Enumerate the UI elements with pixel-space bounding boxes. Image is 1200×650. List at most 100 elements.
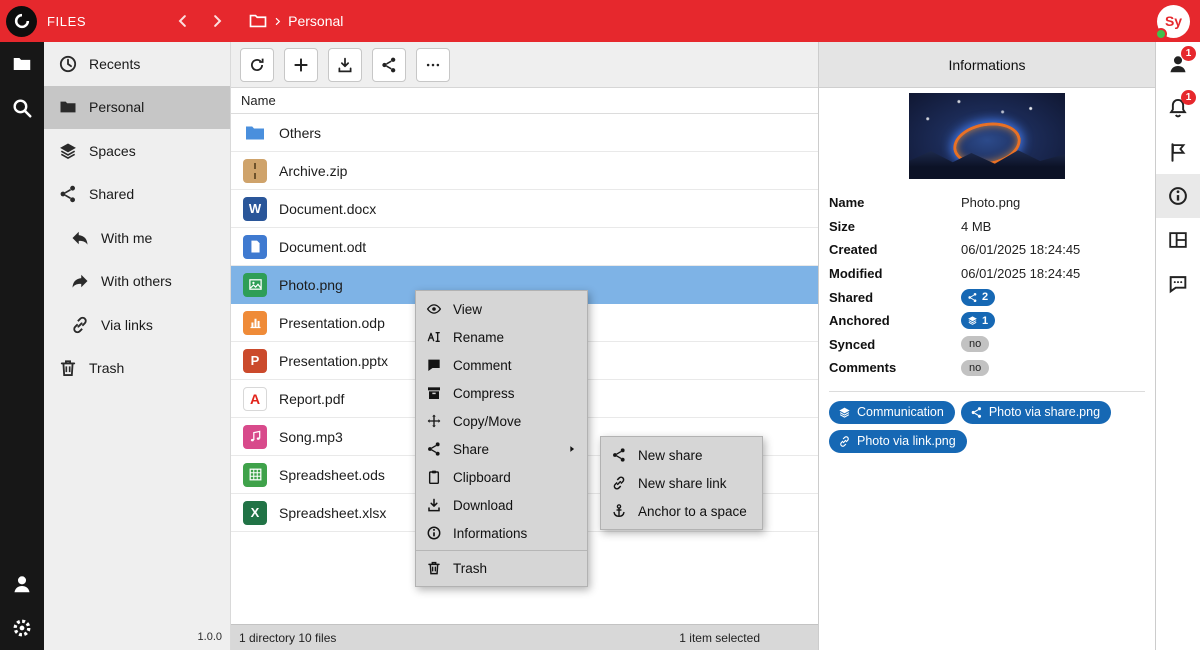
new-item-button[interactable] xyxy=(284,48,318,82)
refresh-button[interactable] xyxy=(240,48,274,82)
info-icon xyxy=(426,525,442,541)
menu-item-clipboard[interactable]: Clipboard xyxy=(416,463,587,491)
sidebar-item-label: With others xyxy=(101,273,172,289)
file-row-others[interactable]: Others xyxy=(231,114,818,152)
presence-indicator xyxy=(1155,28,1167,40)
gear-icon xyxy=(11,617,33,639)
menu-item-label: Compress xyxy=(453,386,515,401)
layers-icon xyxy=(838,406,851,419)
download-icon xyxy=(336,56,354,74)
back-icon[interactable] xyxy=(174,12,192,30)
search-button[interactable] xyxy=(0,86,44,130)
image-file-icon xyxy=(243,273,267,297)
rail-notifications-button[interactable]: 1 xyxy=(1156,86,1200,130)
menu-item-share[interactable]: Share xyxy=(416,435,587,463)
share-icon xyxy=(611,447,627,463)
rail-informations-button[interactable] xyxy=(1156,174,1200,218)
anchor-icon xyxy=(611,503,627,519)
menu-item-rename[interactable]: Rename xyxy=(416,323,587,351)
files-module-button[interactable] xyxy=(0,42,44,86)
badge-count: 2 xyxy=(982,291,988,303)
breadcrumb[interactable]: Personal xyxy=(288,13,343,29)
sidebar-item-label: Via links xyxy=(101,317,153,333)
rail-spaces-button[interactable] xyxy=(1156,218,1200,262)
file-name: Report.pdf xyxy=(279,391,344,407)
forward-arrow-icon xyxy=(70,271,90,291)
file-name: Presentation.pptx xyxy=(279,353,388,369)
user-avatar[interactable]: Sy xyxy=(1157,5,1190,38)
detail-field-shared: Shared 2 xyxy=(829,285,1145,309)
menu-item-label: Clipboard xyxy=(453,470,511,485)
file-row-archive-zip[interactable]: Archive.zip xyxy=(231,152,818,190)
sidebar-item-recents[interactable]: Recents xyxy=(44,42,230,86)
presentation-file-icon xyxy=(243,311,267,335)
share-icon xyxy=(58,184,78,204)
menu-item-copy-move[interactable]: Copy/Move xyxy=(416,407,587,435)
rail-reports-button[interactable] xyxy=(1156,130,1200,174)
field-label: Modified xyxy=(829,266,961,281)
settings-button[interactable] xyxy=(0,606,44,650)
column-header-name[interactable]: Name xyxy=(231,88,818,114)
details-divider xyxy=(829,391,1145,392)
field-label: Size xyxy=(829,219,961,234)
file-name: Photo.png xyxy=(279,277,343,293)
sidebar-item-with-others[interactable]: With others xyxy=(44,260,230,304)
anchored-count-badge[interactable]: 1 xyxy=(961,312,995,329)
account-badge: 1 xyxy=(1181,46,1196,61)
forward-icon[interactable] xyxy=(208,12,226,30)
archive-box-icon xyxy=(426,385,442,401)
file-row-document-odt[interactable]: Document.odt xyxy=(231,228,818,266)
field-value: 06/01/2025 18:24:45 xyxy=(961,266,1080,281)
person-icon xyxy=(11,573,33,595)
chip-communication[interactable]: Communication xyxy=(829,401,955,424)
folder-icon xyxy=(58,97,78,117)
chip-photo-via-share[interactable]: Photo via share.png xyxy=(961,401,1111,424)
sidebar-item-trash[interactable]: Trash xyxy=(44,347,230,391)
chip-photo-via-link[interactable]: Photo via link.png xyxy=(829,430,967,453)
menu-item-comment[interactable]: Comment xyxy=(416,351,587,379)
right-rail: 1 1 xyxy=(1155,42,1200,650)
share-icon xyxy=(380,56,398,74)
submenu-item-new-share-link[interactable]: New share link xyxy=(601,469,762,497)
sidebar-item-via-links[interactable]: Via links xyxy=(44,303,230,347)
share-icon xyxy=(967,292,978,303)
menu-item-informations[interactable]: Informations xyxy=(416,519,587,547)
menu-item-label: Trash xyxy=(453,561,487,576)
badge-count: 1 xyxy=(982,315,988,327)
app-logo[interactable] xyxy=(6,6,37,37)
sidebar-item-personal[interactable]: Personal xyxy=(44,86,230,130)
menu-item-trash[interactable]: Trash xyxy=(416,554,587,582)
sidebar: Recents Personal Spaces Shared With me W… xyxy=(44,42,230,650)
app-window: FILES Personal Sy xyxy=(0,0,1200,650)
rail-comments-button[interactable] xyxy=(1156,262,1200,306)
file-row-document-docx[interactable]: W Document.docx xyxy=(231,190,818,228)
rail-account-button[interactable]: 1 xyxy=(1156,42,1200,86)
submenu-item-anchor-to-space[interactable]: Anchor to a space xyxy=(601,497,762,525)
download-button[interactable] xyxy=(328,48,362,82)
detail-field-synced: Synced no xyxy=(829,333,1145,357)
profile-button[interactable] xyxy=(0,562,44,606)
photo-thumbnail[interactable] xyxy=(909,93,1065,179)
menu-item-download[interactable]: Download xyxy=(416,491,587,519)
menu-item-label: Rename xyxy=(453,330,504,345)
menu-item-view[interactable]: View xyxy=(416,295,587,323)
menu-item-label: View xyxy=(453,302,482,317)
breadcrumb-separator-icon xyxy=(272,16,283,27)
chip-label: Photo via link.png xyxy=(857,434,956,448)
pdf-file-icon: A xyxy=(243,387,267,411)
text-document-icon xyxy=(243,235,267,259)
share-icon xyxy=(970,406,983,419)
sidebar-item-with-me[interactable]: With me xyxy=(44,216,230,260)
submenu-item-new-share[interactable]: New share xyxy=(601,441,762,469)
breadcrumb-folder-icon[interactable] xyxy=(248,11,268,31)
more-actions-button[interactable] xyxy=(416,48,450,82)
sidebar-item-label: Shared xyxy=(89,186,134,202)
sidebar-item-spaces[interactable]: Spaces xyxy=(44,129,230,173)
menu-item-compress[interactable]: Compress xyxy=(416,379,587,407)
share-button[interactable] xyxy=(372,48,406,82)
download-icon xyxy=(426,497,442,513)
powerpoint-file-icon: P xyxy=(243,349,267,373)
menu-divider xyxy=(416,550,587,551)
sidebar-item-shared[interactable]: Shared xyxy=(44,173,230,217)
shared-count-badge[interactable]: 2 xyxy=(961,289,995,306)
